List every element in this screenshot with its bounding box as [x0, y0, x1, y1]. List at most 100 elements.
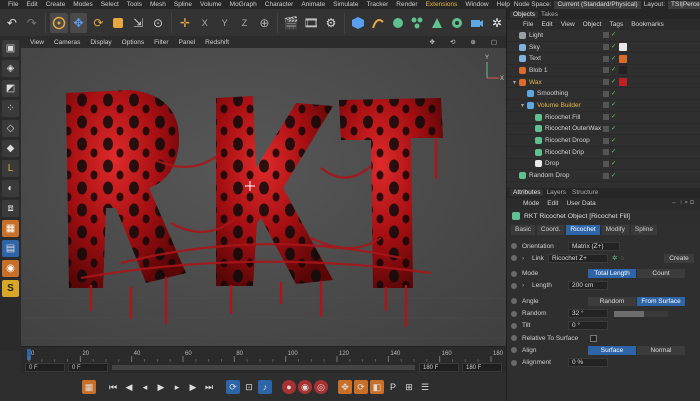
key-position-icon[interactable]: ✥: [338, 380, 352, 394]
menu-tracker[interactable]: Tracker: [362, 1, 392, 8]
object-row[interactable]: Random Drop ✓: [507, 170, 700, 182]
menu-volume[interactable]: Volume: [196, 1, 226, 8]
visibility-toggles[interactable]: ✓: [603, 102, 617, 109]
playback-settings-icon[interactable]: ⊡: [242, 380, 256, 394]
link-pick-icon[interactable]: ◌: [620, 255, 624, 262]
tab-attributes[interactable]: Attributes: [510, 189, 544, 197]
play-icon[interactable]: ▶: [154, 380, 168, 394]
max-frame-field[interactable]: 180 F: [462, 363, 502, 372]
object-tag-icon[interactable]: [619, 78, 627, 87]
scale-icon[interactable]: [109, 13, 127, 33]
object-name[interactable]: Wax: [529, 79, 542, 86]
object-tag-icon[interactable]: [619, 54, 627, 63]
keyframe-dot-icon[interactable]: [511, 322, 517, 329]
tab-structure[interactable]: Structure: [569, 189, 601, 196]
object-name[interactable]: Sky: [529, 44, 540, 51]
menu-create[interactable]: Create: [42, 1, 70, 8]
tilt-field[interactable]: 0 °: [568, 321, 608, 331]
object-name[interactable]: Text: [529, 55, 541, 62]
tweak-mode-icon[interactable]: ◐: [2, 180, 19, 197]
object-row[interactable]: ▾ Wax ✓: [507, 77, 700, 89]
align-normal-button[interactable]: Normal: [637, 345, 685, 355]
polygons-mode-icon[interactable]: ◆: [2, 140, 19, 157]
viewport-menu-panel[interactable]: Panel: [174, 39, 201, 46]
object-name[interactable]: Random Drop: [529, 172, 569, 179]
loop-icon[interactable]: ⟳: [226, 380, 240, 394]
pan-icon[interactable]: ✥: [424, 38, 439, 46]
object-row[interactable]: Ricochet OuterWax ✓: [507, 124, 700, 136]
plugin-s-icon[interactable]: S: [2, 280, 19, 297]
next-frame-icon[interactable]: ▸: [170, 380, 184, 394]
model-mode-icon[interactable]: ⊙: [149, 13, 167, 33]
record-mode-icon[interactable]: ▦: [82, 380, 96, 394]
prev-key-icon[interactable]: ◀: [122, 380, 136, 394]
model-mode-icon[interactable]: ◈: [2, 60, 19, 77]
world-axis-icon[interactable]: ✛: [176, 13, 194, 33]
object-name[interactable]: Light: [529, 32, 543, 39]
subdivision-icon[interactable]: [389, 13, 407, 33]
align-surface-button[interactable]: Surface: [588, 345, 636, 355]
visibility-toggles[interactable]: ✓: [603, 54, 627, 63]
scene-icon[interactable]: [448, 13, 466, 33]
object-name[interactable]: Drop: [545, 160, 559, 167]
key-scale-icon[interactable]: ◧: [370, 380, 384, 394]
object-row[interactable]: Ricochet Droop ✓: [507, 135, 700, 147]
key-param-icon[interactable]: P: [386, 380, 400, 394]
camera-icon[interactable]: [468, 13, 486, 33]
light-icon[interactable]: ✲: [488, 13, 506, 33]
mode-count-button[interactable]: Count: [637, 269, 685, 279]
viewport-menu-filter[interactable]: Filter: [149, 39, 173, 46]
mode-total-length-button[interactable]: Total Length: [588, 269, 636, 279]
keyframe-dot-icon[interactable]: [511, 270, 517, 277]
menu-window[interactable]: Window: [461, 1, 492, 8]
angle-from-surface-button[interactable]: From Surface: [637, 296, 685, 306]
link-field[interactable]: Ricochet Z+: [548, 253, 608, 263]
subtab-spline[interactable]: Spline: [630, 224, 657, 235]
object-name[interactable]: Ricochet Fill: [545, 114, 580, 121]
snap-icon[interactable]: ⧈: [2, 200, 19, 217]
visibility-toggles[interactable]: ✓: [603, 137, 617, 144]
subtab-basic[interactable]: Basic: [511, 224, 535, 235]
menu-simulate[interactable]: Simulate: [329, 1, 362, 8]
menu-extensions[interactable]: Extensions: [422, 1, 462, 8]
end-frame-field[interactable]: 180 F: [419, 363, 459, 372]
cloner-icon[interactable]: [408, 13, 426, 33]
start-frame-field[interactable]: 0 F: [25, 363, 65, 372]
visibility-toggles[interactable]: ✓: [603, 90, 617, 97]
keyframe-dot-icon[interactable]: [511, 243, 517, 250]
tab-layers[interactable]: Layers: [543, 189, 569, 196]
object-row[interactable]: Sky ✓: [507, 42, 700, 54]
cube-icon[interactable]: [349, 13, 367, 33]
objects-menu-bookmarks[interactable]: Bookmarks: [627, 21, 668, 28]
attributes-menu-mode[interactable]: Mode: [519, 200, 543, 207]
menu-character[interactable]: Character: [261, 1, 298, 8]
visibility-toggles[interactable]: ✓: [603, 149, 617, 156]
orbit-icon[interactable]: ⟲: [445, 38, 460, 46]
viewport-menu-cameras[interactable]: Cameras: [49, 39, 85, 46]
redo-icon[interactable]: ↷: [23, 13, 41, 33]
node-space-select[interactable]: Current (Standard/Physical): [554, 0, 641, 9]
points-mode-icon[interactable]: ⁘: [2, 100, 19, 117]
spline-pen-icon[interactable]: [369, 13, 387, 33]
visibility-toggles[interactable]: ✓: [603, 32, 617, 39]
deformer-icon[interactable]: [428, 13, 446, 33]
objects-menu-view[interactable]: View: [557, 21, 579, 28]
menu-help[interactable]: Help: [493, 1, 514, 8]
texture-mode-icon[interactable]: ◩: [2, 80, 19, 97]
maximize-icon[interactable]: ▢: [486, 38, 502, 46]
menu-animate[interactable]: Animate: [297, 1, 329, 8]
alignment-field[interactable]: 0 %: [568, 358, 608, 368]
object-row[interactable]: Blob 1 ✓: [507, 65, 700, 77]
random-slider[interactable]: [614, 310, 668, 317]
rotate-icon[interactable]: ⟳: [89, 13, 107, 33]
objects-menu-file[interactable]: File: [519, 21, 537, 28]
transform-icon[interactable]: ⇲: [129, 13, 147, 33]
object-name[interactable]: Volume Builder: [537, 102, 581, 109]
menu-mograph[interactable]: MoGraph: [226, 1, 261, 8]
angle-random-button[interactable]: Random: [588, 296, 636, 306]
attributes-menu-userdata[interactable]: User Data: [562, 200, 599, 207]
visibility-toggles[interactable]: ✓: [603, 43, 627, 52]
z-axis-lock-icon[interactable]: Z: [236, 13, 254, 33]
visibility-toggles[interactable]: ✓: [603, 160, 617, 167]
zoom-icon[interactable]: ⊕: [465, 38, 480, 46]
